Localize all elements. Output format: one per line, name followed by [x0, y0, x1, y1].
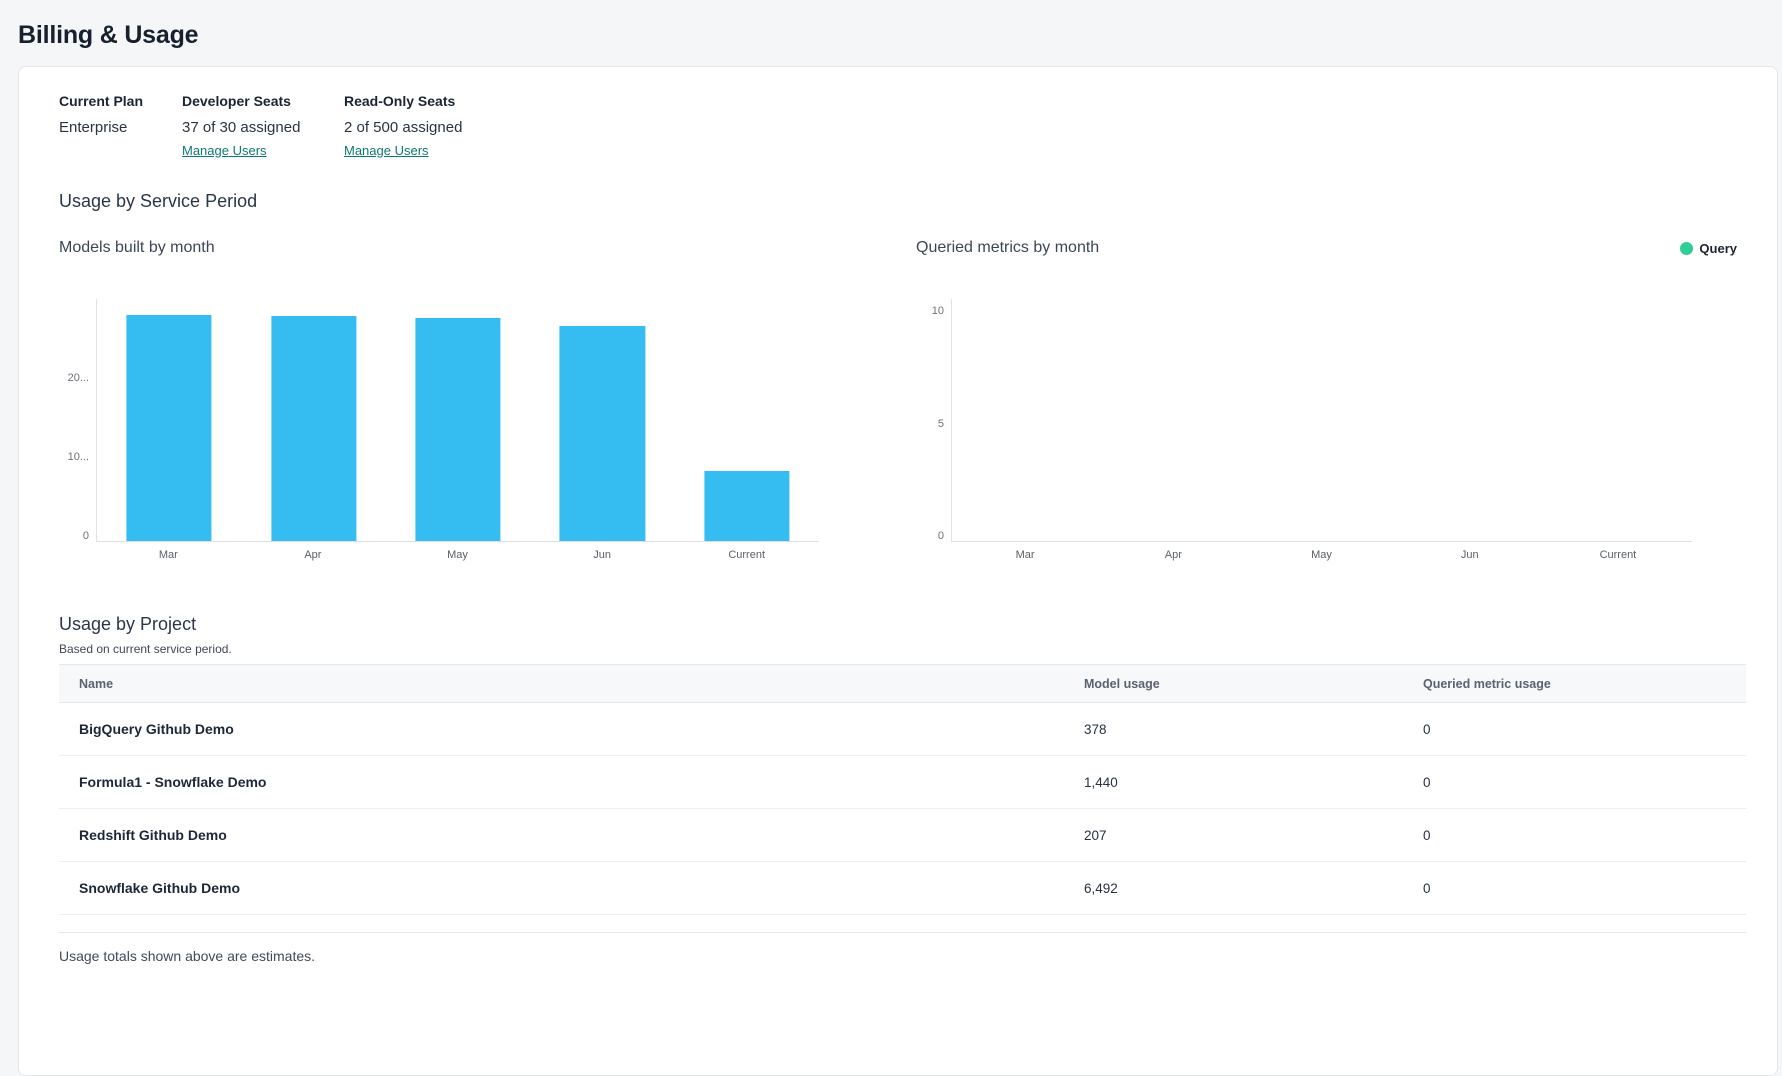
query-legend-dot-icon — [1680, 242, 1693, 255]
queried-metric-usage-cell: 0 — [1423, 862, 1746, 915]
queried-metrics-chart: Queried metrics by month Query 0 5 10 MarAp… — [916, 237, 1737, 561]
table-row: Snowflake Github Demo6,4920 — [59, 862, 1746, 915]
plot-area — [96, 299, 819, 542]
usage-by-project-table: Name Model usage Queried metric usage Bi… — [59, 664, 1746, 915]
bar-current — [704, 471, 789, 541]
x-axis-labels: MarAprMayJunCurrent — [96, 549, 819, 561]
billing-usage-page: Billing & Usage Current Plan EnterpriseDe… — [0, 0, 1782, 1076]
y-axis-tick-label: 0 — [59, 529, 89, 543]
model-usage-cell: 1,440 — [1084, 756, 1423, 809]
plan-summary: Current Plan EnterpriseDeveloper Seats 37 … — [59, 93, 1737, 160]
plan-label: Read-Only Seats — [344, 93, 462, 110]
y-axis-tick-label: 0 — [916, 529, 944, 543]
page-header: Billing & Usage — [0, 0, 1782, 66]
queried-metric-usage-cell: 0 — [1423, 703, 1746, 756]
table-header-row: Name Model usage Queried metric usage — [59, 665, 1746, 703]
model-usage-cell: 6,492 — [1084, 862, 1423, 915]
x-axis-tick-label: Jun — [530, 549, 675, 561]
x-axis-tick-label: Mar — [96, 549, 241, 561]
table-row: Redshift Github Demo2070 — [59, 809, 1746, 862]
bar-jun — [560, 326, 645, 541]
y-axis-tick-label: 10... — [59, 450, 89, 464]
plan-value: Enterprise — [59, 118, 182, 137]
queried-metric-usage-cell: 0 — [1423, 809, 1746, 862]
footer-divider — [59, 932, 1746, 933]
models-built-chart: Models built by month 0 10... 20... MarAprM… — [59, 237, 819, 561]
usage-estimate-note: Usage totals shown above are estimates. — [59, 948, 1737, 964]
plan-column: Developer Seats 37 of 30 assigned Manage U… — [182, 93, 344, 160]
y-axis-tick-label: 10 — [916, 304, 944, 318]
category-band — [1248, 299, 1396, 541]
usage-by-project-title: Usage by Project — [59, 613, 1737, 636]
category-band — [952, 299, 1100, 541]
models-built-plot: 0 10... 20... MarAprMayJunCurrent — [59, 299, 819, 561]
column-header-queried-metric-usage: Queried metric usage — [1423, 665, 1746, 703]
chart-legend: Query — [1680, 241, 1737, 256]
model-usage-cell: 207 — [1084, 809, 1423, 862]
x-axis-tick-label: May — [1247, 549, 1395, 561]
plan-column: Current Plan Enterprise — [59, 93, 182, 160]
billing-card: Current Plan EnterpriseDeveloper Seats 37 … — [18, 66, 1778, 1076]
column-header-name: Name — [59, 665, 1084, 703]
query-legend-label: Query — [1699, 241, 1737, 256]
queried-metrics-plot: 0 5 10 MarAprMayJunCurrent — [916, 299, 1737, 561]
category-band — [1100, 299, 1248, 541]
plan-value: 2 of 500 assigned — [344, 118, 462, 137]
models-built-chart-header: Models built by month — [59, 237, 819, 259]
column-header-model-usage: Model usage — [1084, 665, 1423, 703]
project-name-cell: BigQuery Github Demo — [59, 703, 1084, 756]
page-title: Billing & Usage — [18, 20, 1764, 50]
project-name-cell: Snowflake Github Demo — [59, 862, 1084, 915]
bar-may — [415, 318, 500, 541]
manage-users-link[interactable]: Manage Users — [344, 143, 429, 159]
y-axis-tick-label: 5 — [916, 417, 944, 431]
x-axis-tick-label: Current — [674, 549, 819, 561]
bar-mar — [127, 315, 212, 541]
usage-by-service-period-title: Usage by Service Period — [59, 190, 1737, 213]
category-band — [1396, 299, 1544, 541]
plan-label: Current Plan — [59, 93, 182, 110]
x-axis-tick-label: May — [385, 549, 530, 561]
plan-value: 37 of 30 assigned — [182, 118, 344, 137]
y-axis-tick-label: 20... — [59, 371, 89, 385]
x-axis-tick-label: Apr — [241, 549, 386, 561]
category-band — [97, 299, 241, 541]
category-band — [675, 299, 819, 541]
manage-users-link[interactable]: Manage Users — [182, 143, 267, 159]
queried-metric-usage-cell: 0 — [1423, 756, 1746, 809]
charts-row: Models built by month 010...20...MarAprM… — [59, 237, 1737, 561]
queried-metrics-chart-title: Queried metrics by month — [916, 239, 1099, 257]
models-built-chart-title: Models built by month — [59, 239, 215, 257]
category-band — [241, 299, 385, 541]
category-band — [530, 299, 674, 541]
table-row: BigQuery Github Demo3780 — [59, 703, 1746, 756]
model-usage-cell: 378 — [1084, 703, 1423, 756]
bar-apr — [271, 316, 356, 541]
x-axis-labels: MarAprMayJunCurrent — [951, 549, 1692, 561]
project-name-cell: Formula1 - Snowflake Demo — [59, 756, 1084, 809]
x-axis-tick-label: Apr — [1099, 549, 1247, 561]
category-band — [1544, 299, 1692, 541]
x-axis-tick-label: Mar — [951, 549, 1099, 561]
usage-by-project-subtitle: Based on current service period. — [59, 642, 1737, 656]
plan-column: Read-Only Seats 2 of 500 assigned Manage U… — [344, 93, 462, 160]
plot-area — [951, 299, 1692, 542]
table-row: Formula1 - Snowflake Demo1,4400 — [59, 756, 1746, 809]
category-band — [386, 299, 530, 541]
plan-label: Developer Seats — [182, 93, 344, 110]
x-axis-tick-label: Current — [1544, 549, 1692, 561]
x-axis-tick-label: Jun — [1396, 549, 1544, 561]
project-name-cell: Redshift Github Demo — [59, 809, 1084, 862]
queried-metrics-chart-header: Queried metrics by month Query — [916, 237, 1737, 259]
